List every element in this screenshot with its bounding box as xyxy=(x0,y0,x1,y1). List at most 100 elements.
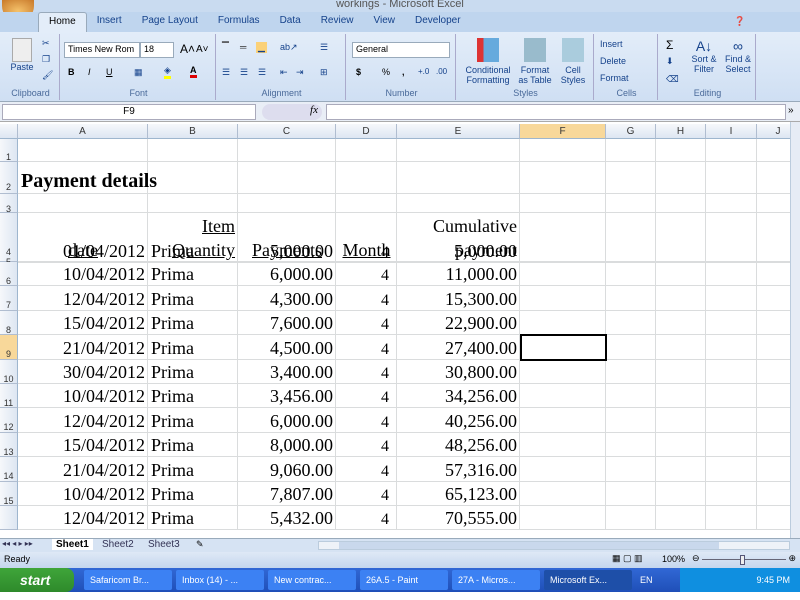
merge-center-icon[interactable]: ⊞ xyxy=(320,67,328,78)
column-header-j[interactable]: J xyxy=(757,124,790,139)
cell-styles-button[interactable]: Cell Styles xyxy=(556,38,590,85)
currency-button[interactable]: $ xyxy=(356,67,361,77)
zoom-slider[interactable]: ⊖ ⊕ xyxy=(692,553,796,565)
insert-sheet-icon[interactable]: ✎ xyxy=(196,539,204,550)
zoom-level[interactable]: 100% xyxy=(662,554,685,564)
tab-page-layout[interactable]: Page Layout xyxy=(132,12,208,32)
copy-icon[interactable]: ❐ xyxy=(42,54,50,65)
cell[interactable] xyxy=(656,457,706,482)
taskbar-item[interactable]: 27A - Micros... xyxy=(452,570,540,590)
sort-filter-button[interactable]: A↓ Sort & Filter xyxy=(688,38,720,74)
row-header[interactable]: 1 xyxy=(0,139,18,162)
cell[interactable] xyxy=(757,360,790,384)
fill-color-icon[interactable]: ◈ xyxy=(164,65,171,79)
cell[interactable] xyxy=(706,286,757,311)
cell[interactable] xyxy=(606,139,656,162)
cell[interactable] xyxy=(520,213,606,262)
cell-text[interactable]: 4 xyxy=(336,384,397,408)
vertical-scrollbar[interactable] xyxy=(790,122,800,538)
cell[interactable] xyxy=(656,506,706,531)
cell[interactable] xyxy=(757,162,790,194)
cell[interactable] xyxy=(606,432,656,458)
cell-text[interactable]: 4 xyxy=(336,262,397,286)
row-header[interactable]: 12 xyxy=(0,408,18,433)
cell[interactable] xyxy=(656,213,706,262)
sheet-tab-sheet2[interactable]: Sheet2 xyxy=(102,539,134,550)
row-header[interactable]: 9 xyxy=(0,335,18,360)
cell[interactable] xyxy=(606,335,656,360)
cell[interactable] xyxy=(520,359,606,384)
cell[interactable] xyxy=(656,162,706,194)
tab-review[interactable]: Review xyxy=(311,12,364,32)
cell[interactable] xyxy=(656,262,706,287)
cell[interactable] xyxy=(606,408,656,433)
select-all-button[interactable] xyxy=(0,124,18,139)
format-as-table-button[interactable]: Format as Table xyxy=(516,38,554,85)
cell[interactable] xyxy=(148,139,238,162)
find-select-button[interactable]: ∞ Find & Select xyxy=(722,38,754,74)
decrease-decimal-icon[interactable]: .00 xyxy=(436,67,447,76)
cell-text[interactable]: 34,256.00 xyxy=(397,384,520,408)
cell-text[interactable]: 4 xyxy=(336,408,397,432)
cell[interactable] xyxy=(397,162,520,194)
cell[interactable] xyxy=(656,335,706,360)
cell[interactable] xyxy=(757,384,790,409)
cell-text[interactable]: 15,300.00 xyxy=(397,286,520,310)
cell-text[interactable]: 5,432.00 xyxy=(238,506,336,530)
cell[interactable] xyxy=(706,262,757,287)
cell[interactable] xyxy=(757,286,790,311)
cell-text[interactable]: 30,800.00 xyxy=(397,360,520,384)
wrap-text-icon[interactable]: ☰ xyxy=(320,42,328,53)
tab-view[interactable]: View xyxy=(363,12,405,32)
worksheet-grid[interactable]: ABCDEFGHIJ123456789101112131415Payment d… xyxy=(0,122,790,538)
cell[interactable] xyxy=(336,162,397,194)
cell-text[interactable]: 4,500.00 xyxy=(238,335,336,359)
cell-text[interactable]: 4 xyxy=(336,335,397,359)
format-cells-button[interactable]: Format xyxy=(600,73,629,83)
row-header[interactable]: 11 xyxy=(0,384,18,409)
column-header-e[interactable]: E xyxy=(397,124,520,139)
cell[interactable] xyxy=(757,433,790,458)
cell[interactable] xyxy=(520,457,606,482)
cell[interactable] xyxy=(706,194,757,213)
sheet-nav-icon[interactable]: ◂◂ ◂ ▸ ▸▸ xyxy=(2,539,33,548)
cell-text[interactable]: Prima xyxy=(148,433,238,457)
format-painter-icon[interactable]: 🖌 xyxy=(42,70,53,81)
comma-button[interactable]: , xyxy=(402,67,405,77)
cell-text[interactable]: Prima xyxy=(148,286,238,310)
orientation-icon[interactable]: ab↗ xyxy=(280,42,298,53)
column-header-b[interactable]: B xyxy=(148,124,238,139)
cell[interactable] xyxy=(757,335,790,360)
name-box[interactable]: F9 xyxy=(2,104,256,120)
row-header[interactable]: 15 xyxy=(0,481,18,506)
cell-text[interactable]: 15/04/2012 xyxy=(18,311,148,335)
align-left-icon[interactable]: ☰ xyxy=(222,67,230,78)
cell[interactable] xyxy=(757,311,790,336)
cell-text[interactable]: 12/04/2012 xyxy=(18,408,148,432)
cell-text[interactable]: 6,000.00 xyxy=(238,262,336,286)
language-indicator[interactable]: EN xyxy=(640,575,653,585)
selected-cell-f9[interactable] xyxy=(520,334,607,361)
column-header-d[interactable]: D xyxy=(336,124,397,139)
cell[interactable] xyxy=(706,481,757,506)
sheet-tab-sheet3[interactable]: Sheet3 xyxy=(148,539,180,550)
tab-developer[interactable]: Developer xyxy=(405,12,471,32)
align-bottom-icon[interactable]: ▁ xyxy=(256,42,267,53)
horizontal-scrollbar[interactable] xyxy=(318,541,790,550)
cell-text[interactable]: 40,256.00 xyxy=(397,408,520,432)
align-middle-icon[interactable]: ═ xyxy=(240,42,246,52)
cell[interactable] xyxy=(656,384,706,409)
row-header[interactable]: 6 xyxy=(0,262,18,287)
decrease-indent-icon[interactable]: ⇤ xyxy=(280,67,288,78)
cell-text[interactable]: 3,400.00 xyxy=(238,360,336,384)
cell-text[interactable]: 30/04/2012 xyxy=(18,360,148,384)
cell-text[interactable]: 21/04/2012 xyxy=(18,335,148,359)
cell[interactable] xyxy=(606,262,656,287)
cell[interactable] xyxy=(606,194,656,213)
expand-formula-bar-icon[interactable]: » xyxy=(788,105,794,116)
clear-icon[interactable]: ⌫ xyxy=(666,74,679,85)
taskbar-item[interactable]: Safaricom Br... xyxy=(84,570,172,590)
cell-text[interactable]: Prima xyxy=(148,457,238,481)
cell-text[interactable]: Prima xyxy=(148,506,238,530)
cell-text[interactable]: 11,000.00 xyxy=(397,262,520,286)
